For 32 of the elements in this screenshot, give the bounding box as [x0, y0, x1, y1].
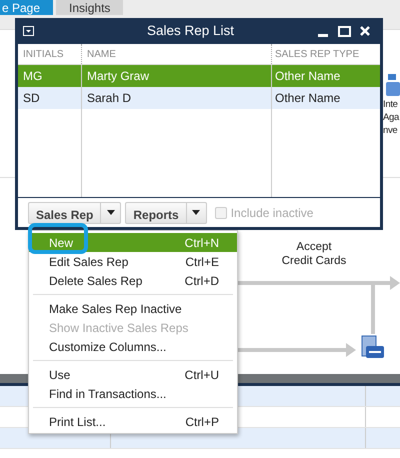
table-cell-text: Other Name: [275, 90, 340, 107]
link-text[interactable]: Inte: [383, 98, 400, 111]
flow-label[interactable]: Accept: [272, 240, 356, 254]
flow-label[interactable]: Credit Cards: [272, 254, 356, 268]
checkbox-label: Include inactive: [230, 204, 314, 222]
close-icon[interactable]: [359, 24, 372, 38]
table-cell-text: Other Name: [275, 68, 340, 85]
maximize-icon[interactable]: [338, 24, 351, 38]
menu-item[interactable]: Make Sales Rep Inactive: [29, 299, 237, 318]
menu-item[interactable]: Customize Columns...: [29, 337, 237, 356]
table-cell-text: MG: [23, 68, 42, 85]
caret-icon: [192, 210, 200, 215]
caret-icon: [106, 210, 115, 215]
link-text[interactable]: Aga: [383, 111, 400, 124]
window-title: Sales Rep List: [147, 22, 234, 40]
table-row[interactable]: SD Sarah D Other Name: [18, 87, 380, 109]
dropdown-button[interactable]: Reports: [125, 202, 207, 224]
tab[interactable]: Insights: [56, 0, 124, 15]
menu-item[interactable]: Edit Sales Rep Ctrl+E: [29, 252, 237, 271]
connector-line: [371, 283, 375, 334]
window-menu-icon[interactable]: [23, 26, 34, 36]
menu-item[interactable]: Print List... Ctrl+P: [29, 412, 237, 431]
document-icon[interactable]: [386, 74, 400, 96]
credit-card-icon[interactable]: [362, 336, 384, 358]
dropdown-button[interactable]: Sales Rep: [28, 202, 122, 224]
table-cell-text: Sarah D: [87, 90, 132, 107]
tab[interactable]: e Page: [0, 0, 54, 15]
menu-item[interactable]: Delete Sales Rep Ctrl+D: [29, 271, 237, 290]
menu-item[interactable]: Use Ctrl+U: [29, 365, 237, 384]
link-text[interactable]: nve: [383, 124, 400, 137]
table-cell-text: SD: [23, 90, 40, 107]
table-cell-text: Marty Graw: [87, 68, 150, 85]
